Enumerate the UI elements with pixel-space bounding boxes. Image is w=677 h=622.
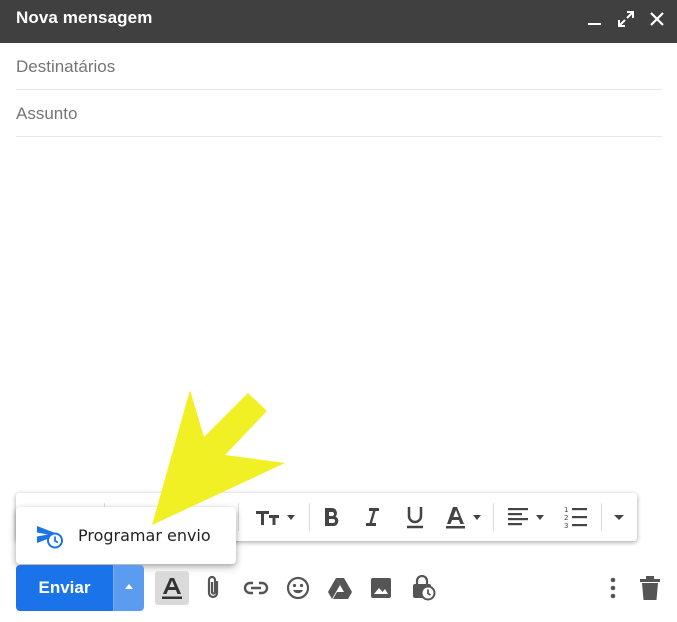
recipients-field[interactable]: Destinatários xyxy=(16,43,662,90)
confidential-mode-icon[interactable] xyxy=(406,571,440,605)
toolbar-divider xyxy=(493,503,494,531)
numbered-list-icon[interactable]: 1 2 3 xyxy=(563,503,589,531)
send-options-button[interactable] xyxy=(113,565,144,611)
discard-icon[interactable] xyxy=(633,571,667,605)
minimize-icon[interactable] xyxy=(584,8,606,30)
italic-icon[interactable] xyxy=(361,503,383,531)
svg-text:2: 2 xyxy=(564,514,568,522)
send-button[interactable]: Enviar xyxy=(16,565,113,611)
subject-placeholder: Assunto xyxy=(16,104,78,123)
bold-icon[interactable] xyxy=(320,503,342,531)
expand-icon[interactable] xyxy=(615,8,637,30)
photo-icon[interactable] xyxy=(364,571,398,605)
message-body[interactable] xyxy=(16,140,662,480)
formatting-options-icon[interactable] xyxy=(155,571,189,605)
link-icon[interactable] xyxy=(239,571,273,605)
text-color-icon[interactable] xyxy=(443,503,487,531)
toolbar-divider xyxy=(601,503,602,531)
attach-icon[interactable] xyxy=(197,571,231,605)
toolbar-divider xyxy=(238,503,239,531)
text-size-icon[interactable] xyxy=(253,503,297,531)
compose-title: Nova mensagem xyxy=(16,8,153,27)
close-icon[interactable] xyxy=(646,8,668,30)
toolbar-divider xyxy=(309,503,310,531)
more-formatting-icon[interactable] xyxy=(611,503,627,531)
align-icon[interactable] xyxy=(506,503,550,531)
caret-up-icon xyxy=(125,584,133,589)
emoji-icon[interactable] xyxy=(281,571,315,605)
svg-text:3: 3 xyxy=(564,522,568,530)
recipients-placeholder: Destinatários xyxy=(16,57,116,76)
schedule-send-option[interactable]: Programar envio xyxy=(78,526,211,545)
drive-icon[interactable] xyxy=(323,571,357,605)
subject-field[interactable]: Assunto xyxy=(16,90,662,137)
compose-header: Nova mensagem xyxy=(0,0,677,43)
schedule-send-menu: Programar envio xyxy=(16,507,236,564)
svg-text:1: 1 xyxy=(564,506,568,514)
schedule-send-icon xyxy=(36,523,64,549)
underline-icon[interactable] xyxy=(403,503,427,531)
more-options-icon[interactable] xyxy=(596,571,630,605)
